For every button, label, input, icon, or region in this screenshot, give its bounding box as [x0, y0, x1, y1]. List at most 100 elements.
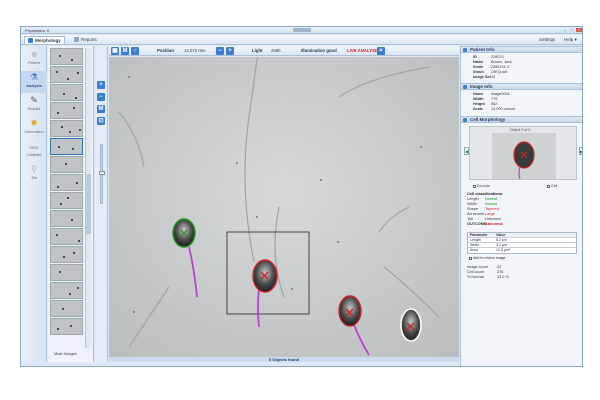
- nav-item-calibrate[interactable]: ▬ Calibrate: [21, 140, 47, 162]
- close-live-button[interactable]: ×: [377, 47, 385, 55]
- nav-label-analysis: Analysis: [26, 84, 42, 88]
- zoom-slider-knob[interactable]: [99, 171, 105, 175]
- left-nav: ☻ Patient ⚗ Analysis ✎ Results ✹ Summati…: [21, 46, 47, 362]
- light-label: Light: [252, 48, 263, 53]
- stat-value: 276: [497, 270, 504, 274]
- thumbnail-item[interactable]: [50, 102, 83, 119]
- thumbnail-item[interactable]: [50, 282, 83, 299]
- add-review-checkbox-box[interactable]: [469, 256, 472, 260]
- thumbnail-item[interactable]: [50, 192, 83, 209]
- reports-icon: [74, 37, 79, 42]
- microscope-image[interactable]: [109, 57, 459, 357]
- add-review-label: Add to review image: [473, 256, 506, 260]
- close-button[interactable]: ×: [576, 28, 582, 32]
- results-icon: ✎: [30, 95, 38, 105]
- maximize-button[interactable]: □: [569, 28, 575, 32]
- thumbnail-item-selected[interactable]: [50, 138, 83, 155]
- thumbnail-list: [50, 48, 83, 348]
- thumbnail-item[interactable]: [50, 174, 83, 191]
- add-review-checkbox[interactable]: Add to review image: [469, 256, 506, 260]
- cell-label: Cell: [551, 184, 558, 188]
- minimize-button[interactable]: –: [562, 28, 568, 32]
- menu-bar: Morphology Reports Settings Help ▾: [21, 35, 582, 45]
- thumbnail-item[interactable]: [50, 48, 83, 65]
- tab-morphology[interactable]: Morphology: [24, 36, 65, 44]
- cell-checkbox[interactable]: Cell: [547, 184, 557, 188]
- stat-key: % Normal: [467, 275, 484, 279]
- classification-title: Cell classifications:: [467, 191, 504, 196]
- thumbnail-item[interactable]: [50, 246, 83, 263]
- patient-info-header[interactable]: Patient Info: [461, 46, 582, 53]
- classification-outcome: OUTCOME:Abnormal: [467, 222, 503, 227]
- thumbnail-footer[interactable]: Most Images: [54, 351, 77, 356]
- zoom-mode-button[interactable]: M: [97, 105, 105, 113]
- patient-field: Image Set10: [473, 75, 495, 80]
- position-decrease-button[interactable]: −: [216, 47, 224, 55]
- preview-title: Object 3 of 5: [510, 128, 531, 132]
- settings-menu[interactable]: Settings: [536, 36, 558, 44]
- morphology-icon: [28, 38, 33, 43]
- previous-cell-button[interactable]: ◀: [464, 147, 469, 155]
- camera-button[interactable]: ▣: [111, 47, 119, 55]
- thumbnail-item[interactable]: [50, 84, 83, 101]
- image-info-header[interactable]: Image Info: [461, 83, 582, 90]
- thumbnail-item[interactable]: [50, 120, 83, 137]
- thumbnail-item[interactable]: [50, 318, 83, 335]
- thumbnail-panel: Most Images: [48, 46, 94, 362]
- zoom-in-button[interactable]: +: [97, 81, 105, 89]
- classification-value: Large: [485, 212, 495, 216]
- patient-field-value: Diff Quick: [491, 70, 508, 74]
- calibrate-icon: ▬: [29, 141, 39, 151]
- classification-value: Tapered: [485, 207, 499, 211]
- thumbnail-scroll-handle[interactable]: [86, 174, 91, 234]
- cell-preview: Object 3 of 5 ◀ ▶: [464, 126, 582, 180]
- nav-label-summation: Summation: [24, 130, 44, 134]
- exclude-checkbox[interactable]: Exclude: [473, 184, 490, 188]
- table-row: Area 12.5 µm²: [468, 248, 576, 253]
- thumbnail-item[interactable]: [50, 66, 83, 83]
- exclude-checkbox-box[interactable]: [473, 184, 476, 188]
- nav-label-tile: Tile: [31, 176, 37, 180]
- zoom-out-button[interactable]: −: [97, 93, 105, 101]
- nav-item-results[interactable]: ✎ Results: [21, 94, 47, 116]
- exclude-label: Exclude: [477, 184, 490, 188]
- zoom-toolstrip: + − M ⊡: [95, 46, 108, 362]
- window-title: Physiomics X: [25, 28, 50, 33]
- patient-field-value: Brown, Jack: [491, 60, 512, 64]
- tab-reports[interactable]: Reports: [71, 36, 100, 44]
- thumbnail-item[interactable]: [50, 210, 83, 227]
- nav-item-summation[interactable]: ✹ Summation: [21, 117, 47, 139]
- nav-item-patient[interactable]: ☻ Patient: [21, 48, 47, 70]
- tab-morphology-label: Morphology: [35, 38, 61, 43]
- thumbnail-item[interactable]: [50, 228, 83, 245]
- cell-checkbox-box[interactable]: [547, 184, 550, 188]
- nav-item-tile[interactable]: ⚲ Tile: [21, 163, 47, 185]
- zoom-fit-button[interactable]: ⊡: [97, 117, 105, 125]
- thumbnail-item[interactable]: [50, 264, 83, 281]
- image-info-title: Image Info: [470, 84, 493, 89]
- help-menu[interactable]: Help ▾: [561, 36, 580, 44]
- thumbnail-item[interactable]: [50, 156, 83, 173]
- stat-row: % Normal 13.0 %: [467, 275, 509, 280]
- image-info-icon: [463, 85, 467, 89]
- zoom-slider[interactable]: [99, 144, 105, 204]
- position-increase-button[interactable]: +: [226, 47, 234, 55]
- gender-icon[interactable]: ♂: [131, 47, 139, 55]
- image-field-value: image0001: [491, 92, 510, 96]
- thumbnail-item[interactable]: [50, 300, 83, 317]
- nav-label-patient: Patient: [28, 61, 40, 65]
- image-field-value: 582: [491, 102, 498, 106]
- patient-field-key: Image Set: [473, 75, 491, 79]
- stat-value: 13.0 %: [497, 275, 509, 279]
- microscope-view[interactable]: [109, 57, 459, 357]
- live-analysis-label[interactable]: LIVE ANALYSIS: [347, 47, 379, 55]
- thumbnail-scrollbar[interactable]: [85, 48, 91, 348]
- sperm-cell-4[interactable]: [400, 308, 422, 342]
- cell-morphology-header[interactable]: Cell Morphology: [461, 116, 582, 123]
- next-cell-button[interactable]: ▶: [579, 147, 582, 155]
- status-bar: 5 Objects found: [109, 357, 459, 362]
- nav-item-analysis[interactable]: ⚗ Analysis: [21, 71, 47, 93]
- title-center-handle[interactable]: [293, 28, 311, 32]
- mode-button[interactable]: M: [121, 47, 129, 55]
- title-bar: Physiomics X – □ ×: [21, 27, 582, 34]
